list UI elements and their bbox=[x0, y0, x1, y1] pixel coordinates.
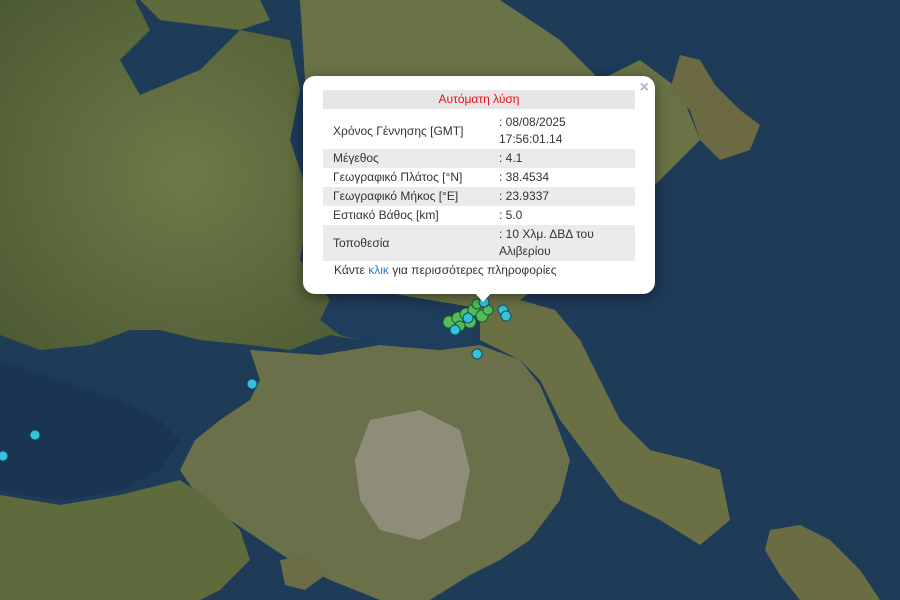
table-row: Μέγεθος : 4.1 bbox=[323, 149, 635, 168]
longitude-label: Γεωγραφικό Μήκος [°E] bbox=[323, 187, 489, 206]
table-row: Χρόνος Γέννησης [GMT] : 08/08/2025 17:56… bbox=[323, 113, 635, 149]
magnitude-label: Μέγεθος bbox=[323, 149, 489, 168]
footer-prefix: Κάντε bbox=[334, 263, 369, 277]
close-icon[interactable]: × bbox=[640, 79, 649, 97]
origin-time-label: Χρόνος Γέννησης [GMT] bbox=[333, 123, 464, 138]
table-row: Γεωγραφικό Πλάτος [°N] : 38.4534 bbox=[323, 168, 635, 187]
quake-marker[interactable] bbox=[462, 312, 474, 324]
earthquake-info-popup: × Αυτόματη λύση Χρόνος Γέννησης [GMT] : … bbox=[303, 76, 655, 294]
table-row: Τοποθεσία : 10 Χλμ. ΔΒΔ του Αλιβερίου bbox=[323, 225, 635, 261]
location-label: Τοποθεσία bbox=[323, 225, 489, 261]
table-row: Γεωγραφικό Μήκος [°E] : 23.9337 bbox=[323, 187, 635, 206]
table-row: Εστιακό Βάθος [km] : 5.0 bbox=[323, 206, 635, 225]
quake-marker[interactable] bbox=[449, 324, 461, 336]
magnitude-value: : 4.1 bbox=[489, 149, 635, 168]
location-value: : 10 Χλμ. ΔΒΔ του Αλιβερίου bbox=[489, 225, 635, 261]
quake-marker[interactable] bbox=[471, 348, 483, 360]
origin-time-value: : 08/08/2025 17:56:01.14 bbox=[499, 115, 566, 146]
longitude-value: : 23.9337 bbox=[489, 187, 635, 206]
footer-suffix: για περισσότερες πληροφορίες bbox=[388, 263, 557, 277]
more-info-link[interactable]: κλικ bbox=[368, 263, 389, 277]
popup-title: Αυτόματη λύση bbox=[323, 90, 635, 109]
popup-tip bbox=[474, 292, 492, 302]
quake-marker[interactable] bbox=[0, 450, 9, 462]
quake-marker[interactable] bbox=[500, 310, 512, 322]
depth-label: Εστιακό Βάθος [km] bbox=[333, 208, 439, 222]
latitude-value: : 38.4534 bbox=[499, 170, 550, 184]
earthquake-details-table: Χρόνος Γέννησης [GMT] : 08/08/2025 17:56… bbox=[323, 113, 635, 261]
more-info-text: Κάντε κλικ για περισσότερες πληροφορίες bbox=[334, 263, 557, 277]
latitude-label: Γεωγραφικό Πλάτος [°N] bbox=[333, 170, 463, 184]
quake-marker[interactable] bbox=[29, 429, 41, 441]
depth-value: : 5.0 bbox=[499, 208, 523, 222]
quake-marker[interactable] bbox=[246, 378, 258, 390]
